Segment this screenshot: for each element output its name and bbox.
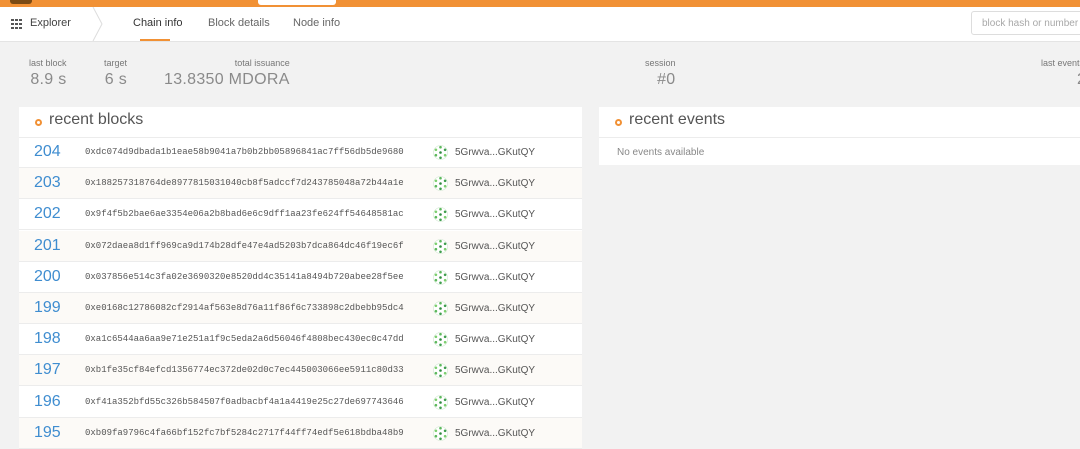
block-number-link[interactable]: 203 <box>34 174 61 192</box>
identicon-icon[interactable] <box>433 238 448 254</box>
block-hash: 0x9f4f5b2bae6ae3354e06a2b8bad6e6c9dff1aa… <box>85 209 404 220</box>
stat-session: session #0 <box>645 58 676 89</box>
block-number-link[interactable]: 197 <box>34 361 61 379</box>
card-title: recent events <box>629 111 726 128</box>
recent-blocks-card: recent blocks 204 0xdc074d9dbada1b1eae58b… <box>19 107 582 449</box>
block-number-link[interactable]: 202 <box>34 205 61 223</box>
stat-total-issuance: total issuance 13.8350 MDORA <box>164 58 290 89</box>
tab-chain-info[interactable]: Chain info <box>133 17 183 29</box>
block-author: 5Grwva...GKutQY <box>455 271 536 283</box>
table-row: 200 0x037856e514c3fa02e3690320e8520dd4c35… <box>19 262 582 293</box>
section-title: Explorer <box>30 17 71 29</box>
stat-value: 13.8350 MDORA <box>164 71 290 88</box>
block-hash: 0x188257318764de8977815031040cb8f5adccf7… <box>85 178 404 189</box>
block-number-link[interactable]: 200 <box>34 268 61 286</box>
block-number-link[interactable]: 201 <box>34 237 61 255</box>
stat-value: 2 <box>1041 71 1080 89</box>
table-row: 198 0xa1c6544aa6aa9e71e251a1f9c5eda2a6d56… <box>19 324 582 356</box>
table-row: 197 0xb1fe35cf84efcd1356774ec372de02d0c7e… <box>19 355 582 387</box>
block-hash: 0xa1c6544aa6aa9e71e251a1f9c5eda2a6d56046… <box>85 334 404 345</box>
identicon-icon[interactable] <box>433 425 448 441</box>
identicon-icon[interactable] <box>433 394 448 410</box>
identicon-icon[interactable] <box>433 332 448 347</box>
block-author: 5Grwva...GKutQY <box>455 427 536 439</box>
block-hash: 0xb1fe35cf84efcd1356774ec372de02d0c7ec44… <box>85 365 404 376</box>
block-number-link[interactable]: 198 <box>34 330 61 348</box>
stat-label: session <box>645 58 676 68</box>
recent-events-card: recent events No events available <box>599 107 1080 165</box>
stat-value: 8.9 s <box>30 71 67 88</box>
stat-value: 6 s <box>104 71 128 88</box>
stat-last-events: last events 2 <box>1041 58 1080 89</box>
block-number-link[interactable]: 199 <box>34 299 61 317</box>
table-row: 204 0xdc074d9dbada1b1eae58b9041a7b0b2bb05… <box>19 137 582 168</box>
identicon-icon[interactable] <box>433 176 448 191</box>
nav-bar: Explorer Chain info Block details Node i… <box>0 7 1080 42</box>
block-hash: 0x072daea8d1ff969ca9d174b28dfe47e4ad5203… <box>85 240 404 251</box>
block-number-link[interactable]: 196 <box>34 393 61 411</box>
empty-state-text: No events available <box>617 147 705 158</box>
tab-block-details[interactable]: Block details <box>208 17 270 29</box>
tab-node-info[interactable]: Node info <box>293 17 340 29</box>
block-hash: 0xb09fa9796c4fa66bf152fc7bf5284c2717f44f… <box>85 427 404 438</box>
search-input[interactable] <box>971 11 1080 35</box>
breadcrumb[interactable]: Explorer <box>0 7 103 41</box>
card-header: recent blocks <box>19 107 582 138</box>
stat-last-block: last block 8.9 s <box>29 58 67 89</box>
table-row: 203 0x188257318764de8977815031040cb8f5adc… <box>19 168 582 200</box>
block-hash: 0x037856e514c3fa02e3690320e8520dd4c35141… <box>85 271 404 282</box>
block-author: 5Grwva...GKutQY <box>455 147 536 158</box>
section-dot-icon <box>35 119 42 126</box>
block-author: 5Grwva...GKutQY <box>455 365 536 377</box>
identicon-icon[interactable] <box>433 269 448 285</box>
identicon-icon[interactable] <box>433 301 448 316</box>
block-number-link[interactable]: 204 <box>34 143 61 161</box>
stat-label: last block <box>29 58 67 68</box>
stat-target: target 6 s <box>104 58 127 89</box>
table-row: 201 0x072daea8d1ff969ca9d174b28dfe47e4ad5… <box>19 230 582 262</box>
card-header: recent events <box>599 107 1080 138</box>
block-hash: 0xf41a352bfd55c326b584507f0adbacbf4a1a44… <box>85 396 404 407</box>
stat-label: last events <box>1041 58 1080 68</box>
block-author: 5Grwva...GKutQY <box>455 334 536 346</box>
block-hash: 0xe0168c12786082cf2914af563e8d76a11f86f6… <box>85 303 404 313</box>
card-title: recent blocks <box>49 111 144 128</box>
block-author: 5Grwva...GKutQY <box>455 240 536 252</box>
active-app-tab[interactable] <box>258 0 336 5</box>
block-author: 5Grwva...GKutQY <box>455 396 536 408</box>
stat-label: total issuance <box>234 58 290 68</box>
table-row: 202 0x9f4f5b2bae6ae3354e06a2b8bad6e6c9dff… <box>19 199 582 231</box>
section-dot-icon <box>615 119 622 126</box>
stat-label: target <box>104 58 128 68</box>
block-number-link[interactable]: 195 <box>34 424 61 442</box>
table-row: 199 0xe0168c12786082cf2914af563e8d76a11f8… <box>19 293 582 324</box>
logo-icon[interactable] <box>10 0 32 4</box>
block-author: 5Grwva...GKutQY <box>455 178 536 190</box>
identicon-icon[interactable] <box>433 145 448 160</box>
block-hash: 0xdc074d9dbada1b1eae58b9041a7b0b2bb05896… <box>85 147 404 157</box>
block-author: 5Grwva...GKutQY <box>455 303 536 314</box>
block-author: 5Grwva...GKutQY <box>455 209 536 221</box>
table-row: 195 0xb09fa9796c4fa66bf152fc7bf5284c2717f… <box>19 417 582 449</box>
breadcrumb-chevron-icon <box>92 7 103 41</box>
identicon-icon[interactable] <box>433 207 448 223</box>
stat-value: #0 <box>657 71 676 88</box>
table-row: 196 0xf41a352bfd55c326b584507f0adbacbf4a1… <box>19 387 582 418</box>
apps-grid-icon <box>11 19 22 29</box>
active-tab-indicator <box>140 39 170 41</box>
identicon-icon[interactable] <box>433 363 448 379</box>
top-accent-bar <box>0 0 1080 7</box>
